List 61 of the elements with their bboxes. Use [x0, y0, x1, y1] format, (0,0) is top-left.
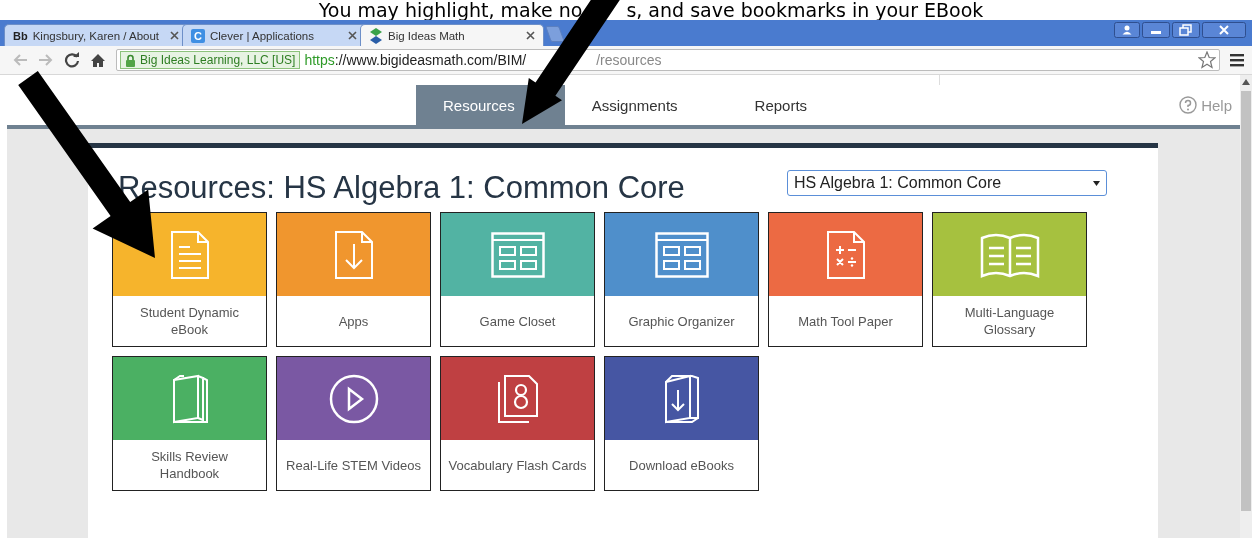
- tab-title: Clever | Applications: [210, 29, 315, 42]
- address-bar[interactable]: Big Ideas Learning, LLC [US] https://www.bigideasmath.com/BIM/ /resources: [116, 49, 1220, 71]
- tile-label: Game Closet: [478, 312, 557, 331]
- document-icon: [169, 229, 210, 280]
- tab-title: Big Ideas Math: [388, 29, 466, 42]
- caption-text: You may highlight, make no: [318, 0, 583, 20]
- resource-tile[interactable]: Math Tool Paper: [768, 212, 923, 347]
- tile-label: Multi-Language Glossary: [963, 304, 1056, 339]
- resource-tile[interactable]: Game Closet: [440, 212, 595, 347]
- course-select[interactable]: HS Algebra 1: Common Core: [787, 170, 1107, 196]
- layout-grid-icon: [654, 231, 709, 278]
- resource-tile[interactable]: Skills Review Handbook: [112, 356, 267, 491]
- resource-tile[interactable]: Real-Life STEM Videos: [276, 356, 431, 491]
- close-icon[interactable]: [526, 31, 535, 40]
- home-icon[interactable]: [90, 52, 106, 68]
- tile-label: Real-Life STEM Videos: [285, 456, 422, 475]
- user-icon[interactable]: [1114, 22, 1140, 38]
- tile-label: Student Dynamic eBook: [139, 304, 240, 339]
- menu-icon[interactable]: [1230, 53, 1244, 67]
- tile-label: Skills Review Handbook: [150, 448, 229, 483]
- help-icon: [1179, 96, 1198, 114]
- favicon-icon: Bb: [13, 29, 28, 42]
- tile-label: Graphic Organizer: [627, 312, 736, 331]
- favicon-icon: C: [191, 28, 205, 43]
- scrollbar[interactable]: [1240, 75, 1252, 538]
- nav-tab[interactable]: Reports: [727, 85, 858, 125]
- caption-text: s, and save bookmarks in your EBook: [626, 0, 984, 20]
- browser-tab[interactable]: Big Ideas Math: [360, 24, 544, 46]
- page-title: Resources: HS Algebra 1: Common Core: [118, 169, 685, 207]
- close-icon[interactable]: [348, 31, 357, 40]
- security-label: Big Ideas Learning, LLC [US]: [140, 53, 296, 67]
- flash-cards-icon: [496, 373, 539, 424]
- resource-tile[interactable]: Student Dynamic eBook: [112, 212, 267, 347]
- bookmark-star-icon[interactable]: [1198, 51, 1216, 69]
- close-icon[interactable]: [170, 31, 179, 40]
- restore-icon[interactable]: [1172, 22, 1200, 38]
- url-text: https://www.bigideasmath.com/BIM/: [304, 52, 527, 68]
- caret-icon: [1093, 180, 1100, 186]
- resource-tile[interactable]: Download eBooks: [604, 356, 759, 491]
- lock-icon: [125, 53, 136, 67]
- tile-label: Math Tool Paper: [797, 312, 894, 331]
- nav-tab[interactable]: Assignments: [564, 85, 728, 125]
- play-icon: [328, 373, 379, 424]
- close-icon[interactable]: [1202, 22, 1246, 38]
- resource-tile[interactable]: Apps: [276, 212, 431, 347]
- tile-label: Apps: [337, 312, 370, 331]
- resource-tile[interactable]: Graphic Organizer: [604, 212, 759, 347]
- download-file-icon: [333, 229, 374, 280]
- layout-grid-icon: [490, 231, 545, 278]
- reload-icon[interactable]: [64, 52, 80, 68]
- scroll-up-icon[interactable]: [1242, 79, 1250, 85]
- math-sheet-icon: [825, 229, 866, 280]
- favicon-icon: [369, 27, 383, 44]
- tile-label: Download eBooks: [628, 456, 735, 475]
- resource-tile[interactable]: Vocabulary Flash Cards: [440, 356, 595, 491]
- minimize-icon[interactable]: [1142, 22, 1170, 38]
- tile-label: Vocabulary Flash Cards: [447, 456, 588, 475]
- scroll-thumb[interactable]: [1241, 91, 1251, 511]
- tab-title: Kingsbury, Karen / About: [32, 29, 161, 42]
- url-text: /resources: [596, 52, 662, 68]
- resource-tile[interactable]: Multi-Language Glossary: [932, 212, 1087, 347]
